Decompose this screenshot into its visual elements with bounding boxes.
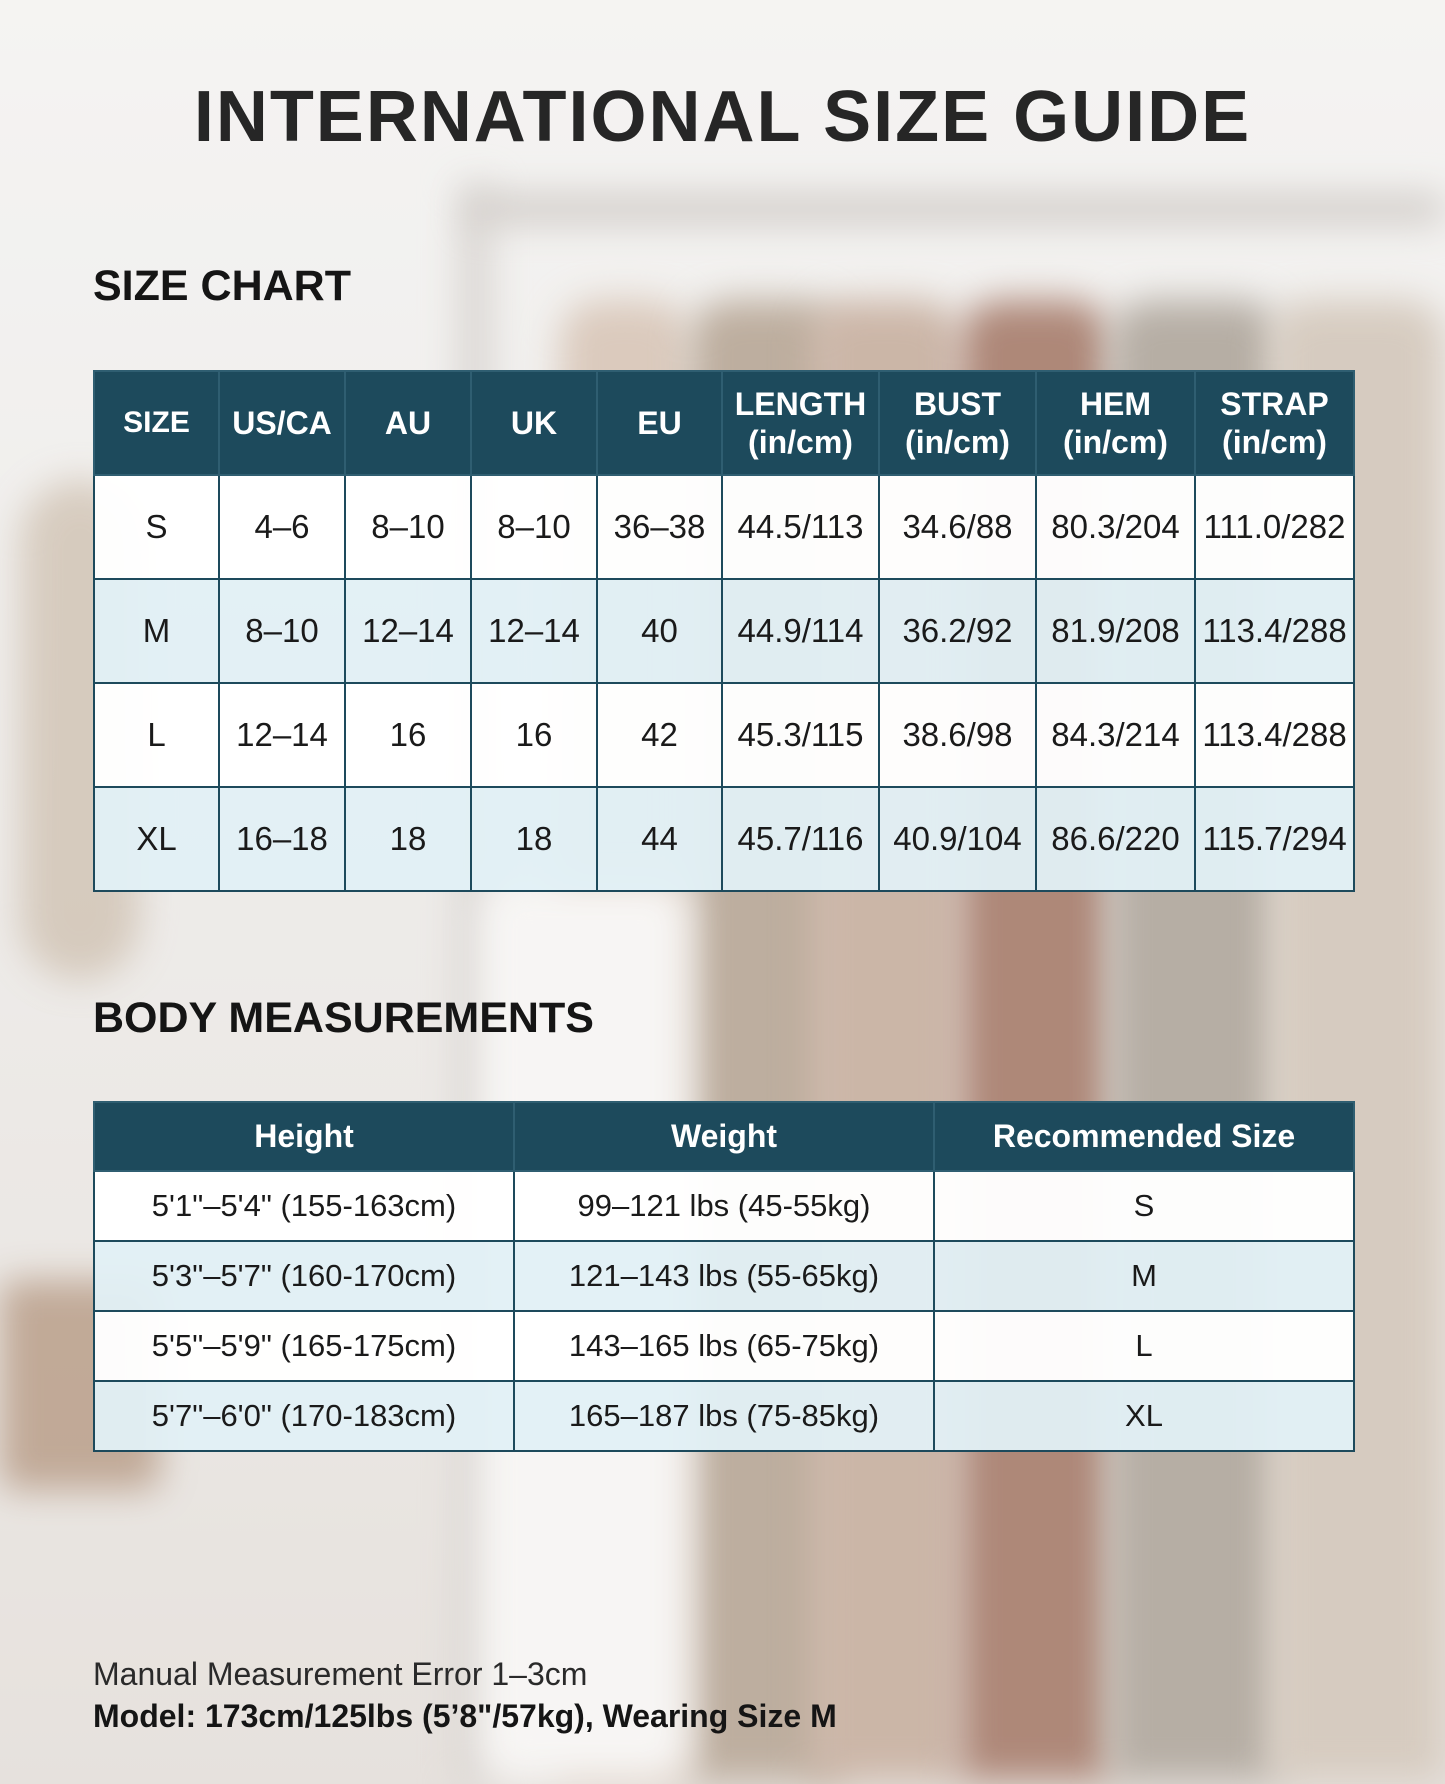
- table-cell: 16: [344, 682, 472, 788]
- table-cell: 113.4/288: [1194, 578, 1355, 684]
- table-cell: 45.3/115: [721, 682, 880, 788]
- column-header: STRAP (in/cm): [1194, 370, 1355, 476]
- table-cell: 121–143 lbs (55-65kg): [513, 1240, 935, 1312]
- table-cell: 42: [596, 682, 723, 788]
- table-row: 5'7"–6'0" (170-183cm) 165–187 lbs (75-85…: [93, 1380, 1355, 1452]
- table-cell: 80.3/204: [1035, 474, 1196, 580]
- table-cell: 5'5"–5'9" (165-175cm): [93, 1310, 515, 1382]
- table-cell: 115.7/294: [1194, 786, 1355, 892]
- table-cell: 45.7/116: [721, 786, 880, 892]
- table-cell: 44.5/113: [721, 474, 880, 580]
- table-cell: 8–10: [218, 578, 346, 684]
- column-header: Weight: [513, 1101, 935, 1172]
- body-measurements-heading: BODY MEASUREMENTS: [93, 994, 594, 1042]
- table-cell: 34.6/88: [878, 474, 1037, 580]
- table-cell: 12–14: [470, 578, 598, 684]
- table-cell: 36.2/92: [878, 578, 1037, 684]
- table-cell: 16: [470, 682, 598, 788]
- column-header: Height: [93, 1101, 515, 1172]
- table-row: S 4–6 8–10 8–10 36–38 44.5/113 34.6/88 8…: [93, 474, 1355, 580]
- table-cell: 84.3/214: [1035, 682, 1196, 788]
- column-header: BUST (in/cm): [878, 370, 1037, 476]
- table-row: L 12–14 16 16 42 45.3/115 38.6/98 84.3/2…: [93, 682, 1355, 788]
- table-cell: 12–14: [344, 578, 472, 684]
- table-cell: 18: [344, 786, 472, 892]
- column-header: HEM (in/cm): [1035, 370, 1196, 476]
- table-cell: 8–10: [344, 474, 472, 580]
- table-cell: 4–6: [218, 474, 346, 580]
- table-row: XL 16–18 18 18 44 45.7/116 40.9/104 86.6…: [93, 786, 1355, 892]
- table-cell: L: [933, 1310, 1355, 1382]
- table-cell: XL: [933, 1380, 1355, 1452]
- table-cell: 44.9/114: [721, 578, 880, 684]
- measurement-error-note: Manual Measurement Error 1–3cm: [93, 1656, 588, 1692]
- body-measurements-table: Height Weight Recommended Size 5'1"–5'4"…: [93, 1101, 1355, 1452]
- table-cell: 113.4/288: [1194, 682, 1355, 788]
- table-cell: S: [933, 1170, 1355, 1242]
- table-cell: 5'7"–6'0" (170-183cm): [93, 1380, 515, 1452]
- table-row: 5'3"–5'7" (160-170cm) 121–143 lbs (55-65…: [93, 1240, 1355, 1312]
- column-header: UK: [470, 370, 598, 476]
- table-cell: 18: [470, 786, 598, 892]
- size-chart-table: SIZE US/CA AU UK EU LENGTH (in/cm) BUST (i…: [93, 370, 1355, 892]
- column-header: Recommended Size: [933, 1101, 1355, 1172]
- table-row: 5'5"–5'9" (165-175cm) 143–165 lbs (65-75…: [93, 1310, 1355, 1382]
- column-header: LENGTH (in/cm): [721, 370, 880, 476]
- table-cell: 40.9/104: [878, 786, 1037, 892]
- table-cell: 16–18: [218, 786, 346, 892]
- table-cell: 38.6/98: [878, 682, 1037, 788]
- table-cell: 36–38: [596, 474, 723, 580]
- size-guide-page: INTERNATIONAL SIZE GUIDE SIZE CHART SIZE…: [0, 0, 1445, 1784]
- column-header: AU: [344, 370, 472, 476]
- table-cell: 5'3"–5'7" (160-170cm): [93, 1240, 515, 1312]
- table-cell: 8–10: [470, 474, 598, 580]
- column-header: US/CA: [218, 370, 346, 476]
- table-row: 5'1"–5'4" (155-163cm) 99–121 lbs (45-55k…: [93, 1170, 1355, 1242]
- table-cell: 44: [596, 786, 723, 892]
- table-cell: 99–121 lbs (45-55kg): [513, 1170, 935, 1242]
- page-title: INTERNATIONAL SIZE GUIDE: [193, 77, 1252, 157]
- table-cell: 143–165 lbs (65-75kg): [513, 1310, 935, 1382]
- table-cell: 12–14: [218, 682, 346, 788]
- table-cell: XL: [93, 786, 220, 892]
- model-info: Model: 173cm/125lbs (5’8"/57kg), Wearing…: [93, 1698, 837, 1734]
- size-chart-heading: SIZE CHART: [93, 262, 351, 310]
- column-header: SIZE: [93, 370, 220, 476]
- table-cell: 111.0/282: [1194, 474, 1355, 580]
- table-cell: 5'1"–5'4" (155-163cm): [93, 1170, 515, 1242]
- size-chart-header-row: SIZE US/CA AU UK EU LENGTH (in/cm) BUST (i…: [93, 370, 1355, 476]
- table-cell: M: [933, 1240, 1355, 1312]
- body-measurements-header-row: Height Weight Recommended Size: [93, 1101, 1355, 1172]
- table-cell: 165–187 lbs (75-85kg): [513, 1380, 935, 1452]
- table-row: M 8–10 12–14 12–14 40 44.9/114 36.2/92 8…: [93, 578, 1355, 684]
- table-cell: S: [93, 474, 220, 580]
- column-header: EU: [596, 370, 723, 476]
- table-cell: L: [93, 682, 220, 788]
- table-cell: 40: [596, 578, 723, 684]
- table-cell: M: [93, 578, 220, 684]
- table-cell: 81.9/208: [1035, 578, 1196, 684]
- table-cell: 86.6/220: [1035, 786, 1196, 892]
